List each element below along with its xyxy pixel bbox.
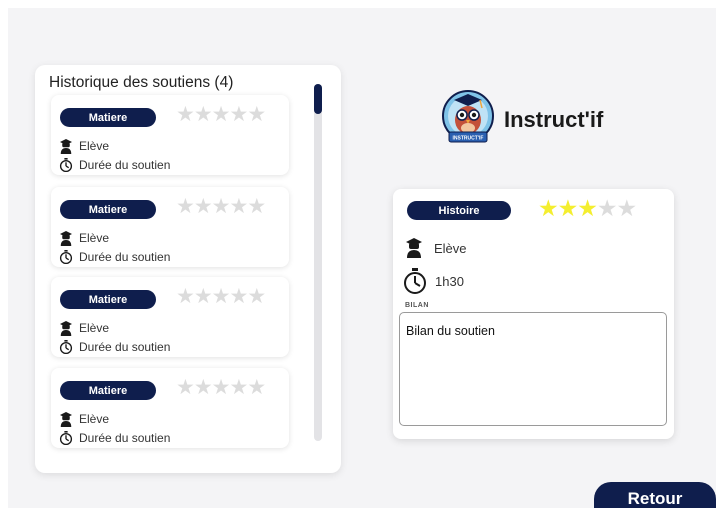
history-card[interactable]: Matiere ★ ★ ★ ★ ★ Elève Durée du soutien bbox=[51, 368, 289, 448]
student-icon bbox=[405, 238, 423, 258]
scrollbar-track[interactable] bbox=[314, 84, 322, 441]
star-icon[interactable]: ★ bbox=[577, 197, 598, 220]
star-icon[interactable]: ★ bbox=[597, 197, 618, 220]
subject-badge: Histoire bbox=[407, 201, 511, 220]
duration-label: Durée du soutien bbox=[79, 431, 171, 445]
star-icon: ★ bbox=[211, 195, 231, 218]
stopwatch-icon bbox=[59, 431, 73, 445]
student-label: Elève bbox=[79, 231, 110, 245]
history-title: Historique des soutiens (4) bbox=[49, 74, 234, 91]
student-row: Elève bbox=[59, 230, 110, 246]
stopwatch-icon bbox=[59, 340, 73, 354]
stopwatch-icon bbox=[59, 250, 73, 264]
stopwatch-icon bbox=[402, 268, 428, 294]
star-icon: ★ bbox=[229, 285, 248, 308]
duration-label: Durée du soutien bbox=[79, 340, 171, 354]
student-icon bbox=[59, 411, 73, 427]
student-label: Elève bbox=[79, 321, 110, 335]
star-icon[interactable]: ★ bbox=[538, 197, 559, 220]
student-row: Elève bbox=[405, 238, 467, 258]
student-label: Elève bbox=[79, 412, 110, 426]
star-icon: ★ bbox=[193, 376, 213, 399]
subject-badge: Matiere bbox=[60, 200, 156, 219]
duration-row: Durée du soutien bbox=[59, 340, 170, 354]
student-label: Elève bbox=[79, 139, 110, 153]
star-icon: ★ bbox=[229, 376, 248, 399]
subject-badge: Matiere bbox=[60, 108, 156, 127]
session-detail-card: Histoire ★ ★ ★ ★ ★ Elève 1h30 BILAN Bilan du… bbox=[393, 189, 674, 439]
retour-button[interactable]: Retour bbox=[594, 482, 716, 508]
student-row: Elève bbox=[59, 320, 110, 336]
duration-row: Durée du soutien bbox=[59, 158, 170, 172]
rating-stars[interactable]: ★ ★ ★ ★ ★ bbox=[538, 197, 638, 220]
rating-stars: ★ ★ ★ ★ ★ bbox=[176, 376, 266, 399]
duration-label: Durée du soutien bbox=[79, 158, 171, 172]
subject-badge: Matiere bbox=[60, 290, 156, 309]
student-row: Elève bbox=[59, 138, 110, 154]
star-icon: ★ bbox=[211, 285, 231, 308]
duration-row: 1h30 bbox=[402, 268, 464, 294]
bilan-label: BILAN bbox=[405, 302, 429, 309]
subject-badge: Matiere bbox=[60, 381, 156, 400]
star-icon: ★ bbox=[176, 376, 195, 399]
star-icon: ★ bbox=[176, 195, 195, 218]
duration-row: Durée du soutien bbox=[59, 431, 170, 445]
student-icon bbox=[59, 320, 73, 336]
rating-stars: ★ ★ ★ ★ ★ bbox=[176, 103, 266, 126]
student-row: Elève bbox=[59, 411, 110, 427]
bilan-textarea[interactable]: Bilan du soutien bbox=[399, 312, 667, 426]
star-icon: ★ bbox=[247, 285, 266, 308]
star-icon: ★ bbox=[211, 103, 231, 126]
star-icon: ★ bbox=[211, 376, 231, 399]
history-card[interactable]: Matiere ★ ★ ★ ★ ★ Elève Durée du soutien bbox=[51, 277, 289, 357]
scrollbar-thumb[interactable] bbox=[314, 84, 322, 114]
student-icon bbox=[59, 230, 73, 246]
owl-graduate-logo: INSTRUCT'IF bbox=[441, 88, 495, 150]
duration-row: Durée du soutien bbox=[59, 250, 170, 264]
logo-text: INSTRUCT'IF bbox=[453, 136, 484, 142]
rating-stars: ★ ★ ★ ★ ★ bbox=[176, 195, 266, 218]
star-icon: ★ bbox=[193, 103, 213, 126]
app-screen: Historique des soutiens (4) Matiere ★ ★ ★ ★ ★… bbox=[8, 8, 716, 508]
duration-label: Durée du soutien bbox=[79, 250, 171, 264]
brand-name: Instruct'if bbox=[504, 107, 604, 132]
student-icon bbox=[59, 138, 73, 154]
stopwatch-icon bbox=[59, 158, 73, 172]
star-icon: ★ bbox=[193, 195, 213, 218]
star-icon: ★ bbox=[176, 103, 195, 126]
star-icon: ★ bbox=[229, 103, 248, 126]
duration-value: 1h30 bbox=[435, 273, 464, 289]
rating-stars: ★ ★ ★ ★ ★ bbox=[176, 285, 266, 308]
star-icon: ★ bbox=[193, 285, 213, 308]
star-icon[interactable]: ★ bbox=[617, 197, 638, 220]
star-icon: ★ bbox=[176, 285, 195, 308]
star-icon: ★ bbox=[247, 103, 266, 126]
star-icon: ★ bbox=[229, 195, 248, 218]
star-icon: ★ bbox=[247, 376, 266, 399]
history-card[interactable]: Matiere ★ ★ ★ ★ ★ Elève Durée du soutien bbox=[51, 95, 289, 175]
history-card[interactable]: Matiere ★ ★ ★ ★ ★ Elève Durée du soutien bbox=[51, 187, 289, 267]
star-icon: ★ bbox=[247, 195, 266, 218]
history-panel: Historique des soutiens (4) Matiere ★ ★ ★ ★ ★… bbox=[35, 65, 341, 473]
student-label: Elève bbox=[434, 240, 467, 256]
star-icon[interactable]: ★ bbox=[558, 197, 579, 220]
